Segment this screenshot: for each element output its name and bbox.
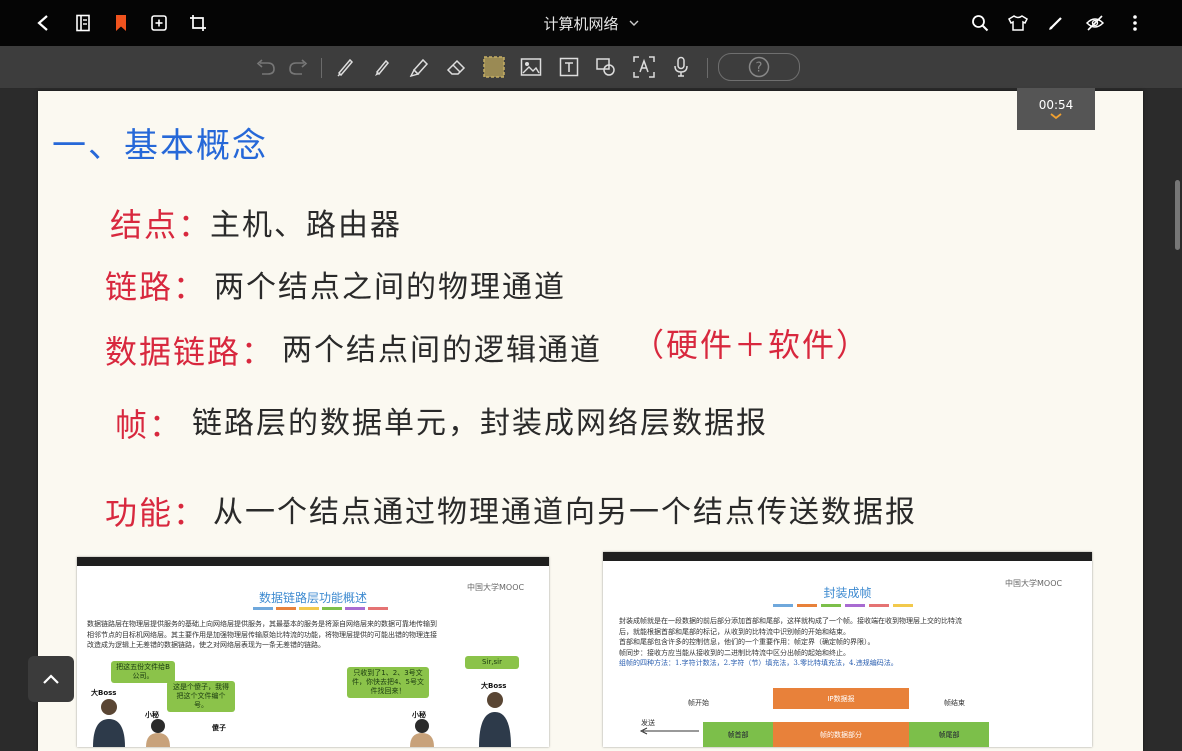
frame-payload-box: 帧的数据部分: [773, 722, 909, 747]
send-arrow-icon: [639, 727, 699, 735]
help-circle-icon: ?: [748, 56, 770, 78]
theme-shirt-icon[interactable]: [1005, 0, 1031, 46]
search-icon[interactable]: [967, 0, 993, 46]
term-function: 功能：: [105, 494, 208, 532]
eraser-icon[interactable]: [443, 54, 469, 80]
timer-text: 00:54: [1038, 98, 1074, 112]
fountain-pen-icon[interactable]: [332, 54, 358, 80]
slide1-paragraph: 数据链路层在物理层提供服务的基础上向网络层提供服务，其最基本的服务是将源自网络层…: [87, 620, 437, 649]
notebook-title-text: 计算机网络: [543, 14, 619, 33]
highlighter-icon[interactable]: [406, 54, 432, 80]
back-icon[interactable]: [30, 0, 56, 46]
frame-trailer-box: 帧尾部: [909, 722, 989, 747]
term-link: 链路：: [105, 268, 208, 306]
help-button[interactable]: ?: [718, 53, 800, 81]
def-datalink: 两个结点间的逻辑通道: [282, 333, 602, 368]
frame-header-box: 帧首部: [703, 722, 773, 747]
secretary-b-figure: [410, 719, 434, 747]
boss-b-figure: [479, 692, 511, 747]
slide-framing[interactable]: 中国大学MOOC 封装成帧 封装成帧就是在一段数据的前后部分添加首部和尾部，这样…: [603, 552, 1092, 747]
more-menu-icon[interactable]: [1122, 0, 1148, 46]
undo-icon[interactable]: [252, 54, 278, 80]
slide1-title: 数据链路层功能概述: [258, 591, 367, 605]
ip-datagram-box: IP数据报: [773, 688, 909, 709]
def-function: 从一个结点通过物理通道向另一个结点传送数据报: [213, 495, 917, 530]
app-top-bar: 计算机网络: [0, 0, 1182, 46]
bookmark-icon[interactable]: [108, 0, 134, 46]
def-link: 两个结点之间的物理通道: [214, 270, 566, 305]
ocr-text-icon[interactable]: [631, 54, 657, 80]
redo-icon[interactable]: [286, 54, 312, 80]
slide-datalink-overview[interactable]: 中国大学MOOC 数据链路层功能概述 数据链路层在物理层提供服务的基础上向网络层…: [77, 557, 549, 747]
label-fool: 傻子: [212, 724, 226, 732]
drawing-toolbar: [0, 46, 1182, 89]
chevron-up-icon: [43, 674, 59, 684]
crop-icon[interactable]: [185, 0, 211, 46]
boss-a-figure: [93, 699, 125, 747]
chevron-down-icon: [1050, 113, 1062, 120]
recording-timer[interactable]: 00:54: [1017, 88, 1095, 130]
def-frame: 链路层的数据单元，封装成网络层数据报: [192, 406, 768, 441]
shape-icon[interactable]: [593, 54, 619, 80]
bubble-boss-b: Sir,sir: [465, 656, 519, 669]
text-box-icon[interactable]: [556, 54, 582, 80]
notebook-title[interactable]: 计算机网络: [543, 13, 638, 34]
svg-text:?: ?: [756, 61, 763, 76]
frame-end-label: 帧结束: [944, 699, 965, 707]
term-frame: 帧：: [115, 406, 184, 444]
pen-mode-icon[interactable]: [1043, 0, 1069, 46]
def-datalink-extra: （硬件＋软件）: [632, 326, 871, 364]
def-node: 主机、路由器: [210, 208, 402, 243]
frame-start-label: 帧开始: [688, 699, 709, 707]
microphone-icon[interactable]: [668, 54, 694, 80]
vertical-scrollbar[interactable]: [1175, 180, 1180, 250]
bubble-boss: 把这五份文件给B公司。: [111, 661, 175, 683]
chevron-down-icon: [629, 20, 638, 26]
scroll-top-button[interactable]: [28, 656, 74, 702]
add-page-icon[interactable]: [146, 0, 172, 46]
bubble-secretary: 这是个傻子，我得把这个文件编个号。: [167, 681, 235, 712]
notebook-list-icon[interactable]: [70, 0, 96, 46]
image-icon[interactable]: [518, 54, 544, 80]
slide2-title: 封装成帧: [823, 586, 872, 600]
secretary-a-figure: [146, 719, 170, 747]
lasso-select-icon[interactable]: [481, 54, 507, 80]
hide-eye-icon[interactable]: [1082, 0, 1108, 46]
term-datalink: 数据链路：: [105, 333, 276, 371]
ballpoint-pen-icon[interactable]: [369, 54, 395, 80]
bubble-secretary-b: 只收到了1、2、3号文件，你快去把4、5号文件找回来！: [347, 667, 429, 698]
term-node: 结点：: [110, 206, 213, 244]
slide2-paragraph: 封装成帧就是在一段数据的前后部分添加首部和尾部，这样就构成了一个帧。接收端在收到…: [619, 617, 962, 667]
notes-heading: 一、基本概念: [52, 126, 268, 166]
